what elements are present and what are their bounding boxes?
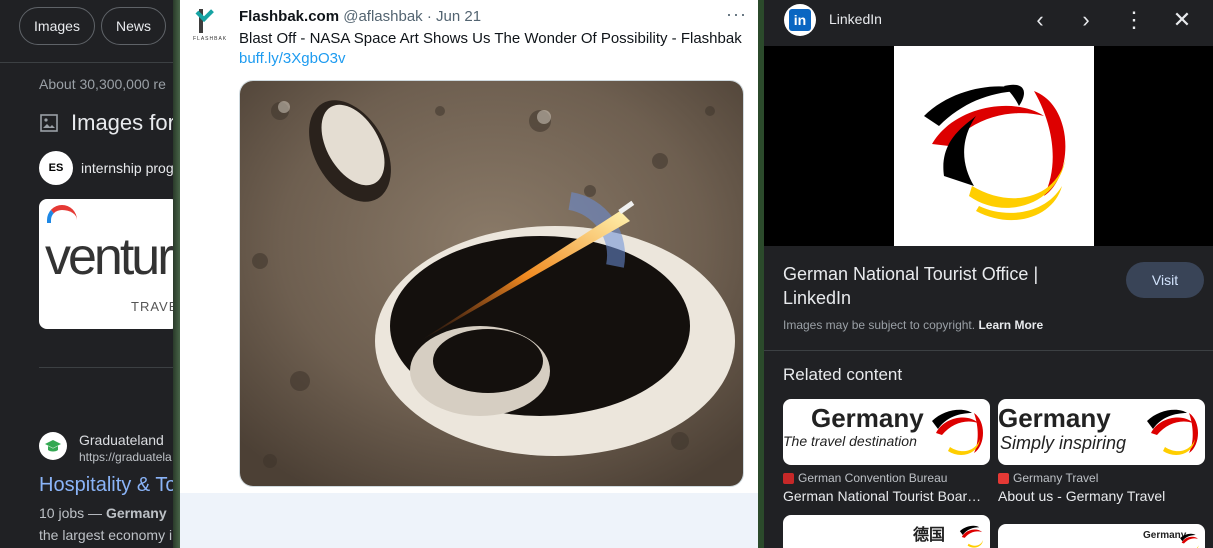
result-snippet: 10 jobs — Germany xyxy=(39,505,167,521)
ventura-logo-icon xyxy=(47,205,77,223)
related-image: Germany Simply inspiring xyxy=(998,399,1205,465)
internship-thumb: ES xyxy=(39,151,73,185)
germany-swoosh-icon xyxy=(924,84,1066,221)
close-icon[interactable]: ✕ xyxy=(1170,8,1194,32)
related-source: German Convention Bureau xyxy=(783,471,990,485)
result-snippet-line2: the largest economy i xyxy=(39,527,173,543)
google-results-panel: Images News About 30,300,000 re Images f… xyxy=(0,0,176,548)
related-content-heading: Related content xyxy=(783,365,903,384)
related-card[interactable]: 德国 xyxy=(783,515,990,548)
related-image-title: Germany xyxy=(811,403,924,433)
chevron-left-icon[interactable]: ‹ xyxy=(1028,8,1052,32)
related-image: 德国 xyxy=(783,515,990,548)
chip-images[interactable]: Images xyxy=(19,7,95,45)
tweet[interactable]: FLASHBAK Flashbak.com @aflashbak · Jun 2… xyxy=(180,0,763,493)
ventura-wordmark: ventura xyxy=(45,228,176,286)
image-icon xyxy=(40,114,58,132)
divider xyxy=(39,367,176,368)
result-title[interactable]: German National Tourist Office | LinkedI… xyxy=(783,262,1103,310)
image-viewer-panel: in LinkedIn ‹ › ⋮ ✕ German National Tour… xyxy=(764,0,1213,548)
divider xyxy=(764,350,1213,351)
related-image-title: Germany xyxy=(998,403,1111,433)
images-for-label: Images for xyxy=(71,110,175,135)
related-title: About us - Germany Travel xyxy=(998,488,1166,504)
related-card[interactable]: Germany The travel destination German Co… xyxy=(783,399,990,504)
source-name[interactable]: LinkedIn xyxy=(829,11,882,27)
ventura-image[interactable]: ventura TRAVEL xyxy=(39,199,176,329)
related-image-title: 德国 xyxy=(913,527,946,544)
more-options-icon[interactable]: ··· xyxy=(726,4,747,25)
related-card[interactable]: Germany xyxy=(998,524,1205,548)
tweet-handle[interactable]: @aflashbak xyxy=(343,8,422,25)
tweet-panel: FLASHBAK Flashbak.com @aflashbak · Jun 2… xyxy=(180,0,763,548)
more-vert-icon[interactable]: ⋮ xyxy=(1122,8,1146,32)
related-source: Germany Travel xyxy=(998,471,1205,485)
germany-swoosh-icon xyxy=(932,409,983,455)
internship-chip[interactable]: ES internship prog xyxy=(39,151,174,185)
related-image-sub: Simply inspiring xyxy=(1000,433,1127,453)
copyright-text: Images may be subject to copyright. xyxy=(783,318,979,332)
germany-swoosh-icon xyxy=(1180,533,1199,548)
source-favicon-icon xyxy=(783,472,794,484)
chip-news[interactable]: News xyxy=(101,7,166,45)
tweet-separator: · xyxy=(426,8,432,25)
tweet-author-name[interactable]: Flashbak.com xyxy=(239,8,339,25)
result-source[interactable]: Graduateland https://graduatela xyxy=(39,432,172,464)
internship-label: internship prog xyxy=(81,160,174,176)
tweet-panel-footer xyxy=(180,493,763,548)
tweet-media-moon-image[interactable] xyxy=(239,80,744,487)
result-url: https://graduatela xyxy=(79,450,172,464)
germany-swoosh-icon xyxy=(959,525,984,548)
tweet-header: Flashbak.com @aflashbak · Jun 21 xyxy=(239,8,481,25)
germany-swoosh-icon xyxy=(1147,409,1198,455)
result-title-link[interactable]: Hospitality & To xyxy=(39,474,176,497)
snippet-bold: Germany xyxy=(105,505,167,521)
snippet-prefix: 10 jobs — xyxy=(39,505,106,521)
graduation-cap-icon xyxy=(39,432,67,460)
source-favicon-icon xyxy=(998,472,1009,484)
linkedin-logo: in xyxy=(789,9,811,31)
image-preview[interactable] xyxy=(764,46,1213,246)
visit-button[interactable]: Visit xyxy=(1126,262,1204,298)
flashbak-avatar[interactable]: FLASHBAK xyxy=(191,3,228,46)
related-source-name: Germany Travel xyxy=(1013,471,1099,485)
divider xyxy=(0,62,176,63)
related-title: German National Tourist Boar… xyxy=(783,488,982,504)
german-tourist-office-logo xyxy=(894,46,1094,246)
avatar-text: FLASHBAK xyxy=(193,36,228,42)
related-image: Germany The travel destination xyxy=(783,399,990,465)
related-image-sub: The travel destination xyxy=(783,433,917,449)
related-image: Germany xyxy=(998,524,1205,548)
results-count: About 30,300,000 re xyxy=(39,76,166,92)
related-card[interactable]: Germany Simply inspiring Germany Travel … xyxy=(998,399,1205,504)
learn-more-link[interactable]: Learn More xyxy=(978,318,1043,332)
chevron-right-icon[interactable]: › xyxy=(1074,8,1098,32)
tweet-date[interactable]: Jun 21 xyxy=(436,8,481,25)
tweet-text: Blast Off - NASA Space Art Shows Us The … xyxy=(239,30,742,47)
result-site-name: Graduateland xyxy=(79,432,164,448)
tweet-link[interactable]: buff.ly/3XgbO3v xyxy=(239,50,345,67)
images-for-header: Images for xyxy=(39,110,175,136)
moon-surface-image xyxy=(240,81,743,486)
ventura-sub: TRAVEL xyxy=(131,299,176,314)
linkedin-icon[interactable]: in xyxy=(784,4,816,36)
copyright-notice: Images may be subject to copyright. Lear… xyxy=(783,318,1043,332)
related-source-name: German Convention Bureau xyxy=(798,471,948,485)
